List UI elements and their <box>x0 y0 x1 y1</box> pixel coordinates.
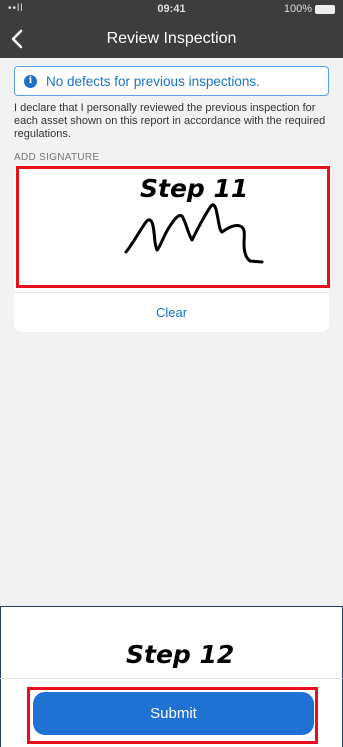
app-header: ••ll 09:41 100% Review Inspection <box>0 0 343 58</box>
step12-annotation: Step 12 <box>126 640 235 669</box>
battery-icon <box>315 4 335 14</box>
status-right: 100% <box>284 3 335 15</box>
signature-label: ADD SIGNATURE <box>14 152 100 163</box>
status-bar: ••ll 09:41 100% <box>0 0 343 20</box>
battery-percent: 100% <box>283 3 312 15</box>
info-icon: i <box>24 74 37 88</box>
info-banner-text: No defects for previous inspections. <box>46 73 260 89</box>
step11-annotation: Step 11 <box>140 174 249 203</box>
submit-button[interactable]: Submit <box>33 692 314 735</box>
footer-divider <box>0 678 343 679</box>
nav-bar: Review Inspection <box>0 20 343 58</box>
clear-button[interactable]: Clear <box>14 293 329 332</box>
page-title: Review Inspection <box>106 30 237 47</box>
declaration-text: I declare that I personally reviewed the… <box>14 102 326 140</box>
info-banner: i No defects for previous inspections. <box>14 66 329 96</box>
